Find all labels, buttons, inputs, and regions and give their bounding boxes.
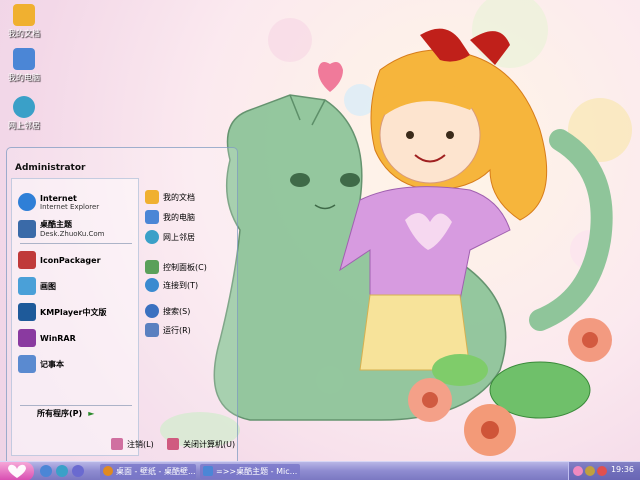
start-right-label: 网上邻居 <box>163 232 195 242</box>
start-right-my-computer[interactable]: 我的电脑 <box>145 210 195 224</box>
paint-icon <box>18 277 36 295</box>
quicklaunch-media-icon[interactable] <box>72 465 84 477</box>
start-item-title: WinRAR <box>40 333 76 343</box>
start-item-winrar[interactable]: WinRAR <box>18 329 76 347</box>
start-button[interactable] <box>0 462 34 480</box>
kmplayer-icon <box>18 303 36 321</box>
quicklaunch-desktop-icon[interactable] <box>56 465 68 477</box>
folder-icon <box>145 190 159 204</box>
start-right-label: 控制面板(C) <box>163 262 207 272</box>
start-item-kmplayer[interactable]: KMPlayer中文版 <box>18 303 107 321</box>
start-right-label: 我的电脑 <box>163 212 195 222</box>
start-item-title: KMPlayer中文版 <box>40 307 107 317</box>
start-right-search[interactable]: 搜索(S) <box>145 304 190 318</box>
taskbar-task-theme[interactable]: =>>桌酷主题 - Mic... <box>200 464 300 479</box>
start-item-iconpackager[interactable]: IconPackager <box>18 251 101 269</box>
desktop-icon-my-computer[interactable]: 我的电脑 <box>0 48 48 83</box>
desktop-icon-label: 我的文档 <box>8 29 40 38</box>
start-item-title: 桌酷主题 <box>40 220 72 229</box>
task-label: 桌面 - 壁纸 - 桌酷壁... <box>116 467 196 476</box>
start-right-network[interactable]: 网上邻居 <box>145 230 195 244</box>
desktop-icon-label: 网上邻居 <box>8 121 40 130</box>
quicklaunch-ie-icon[interactable] <box>40 465 52 477</box>
start-item-internet[interactable]: Internet Internet Explorer <box>18 193 99 211</box>
start-right-label: 运行(R) <box>163 325 191 335</box>
network-globe-icon <box>13 96 35 118</box>
notepad-icon <box>18 355 36 373</box>
search-icon <box>145 304 159 318</box>
start-item-title: Internet <box>40 193 77 203</box>
control-panel-icon <box>145 260 159 274</box>
arrow-right-icon: ► <box>88 409 95 418</box>
shutdown-label: 关闭计算机(U) <box>183 439 236 449</box>
desktop-icon-label: 我的电脑 <box>8 73 40 82</box>
start-right-label: 搜索(S) <box>163 306 191 316</box>
start-right-label: 我的文档 <box>163 192 195 202</box>
run-icon <box>145 323 159 337</box>
all-programs-label: 所有程序(P) <box>37 409 83 418</box>
start-menu-username: Administrator <box>15 163 86 173</box>
start-item-paint[interactable]: 画图 <box>18 277 56 295</box>
start-right-control-panel[interactable]: 控制面板(C) <box>145 260 207 274</box>
zhuoku-theme-icon <box>18 219 36 238</box>
start-menu-places-pane: 我的文档 我的电脑 网上邻居 控制面板(C) 连接到(T) 搜索(S) 运行(R… <box>141 178 237 458</box>
start-item-subtitle: Desk.ZhuoKu.Com <box>40 230 105 238</box>
heart-start-icon <box>8 464 26 478</box>
ie-window-icon <box>203 466 213 476</box>
tray-heart-icon[interactable] <box>573 466 583 476</box>
folder-icon <box>13 4 35 26</box>
start-menu-divider <box>20 243 132 244</box>
start-right-connect-to[interactable]: 连接到(T) <box>145 278 198 292</box>
task-label: =>>桌酷主题 - Mic... <box>216 467 298 476</box>
logoff-button[interactable]: 注销(L) <box>111 438 154 450</box>
start-menu-footer: 注销(L) 关闭计算机(U) <box>7 430 237 461</box>
iconpackager-icon <box>18 251 36 269</box>
tray-volume-icon[interactable] <box>585 466 595 476</box>
browser-icon <box>103 466 113 476</box>
start-right-run[interactable]: 运行(R) <box>145 323 191 337</box>
start-item-title: IconPackager <box>40 255 101 265</box>
computer-icon <box>145 210 159 224</box>
taskbar-clock: 19:36 <box>610 465 634 474</box>
start-item-title: 画图 <box>40 281 56 291</box>
taskbar: 桌面 - 壁纸 - 桌酷壁... =>>桌酷主题 - Mic... 19:36 <box>0 461 640 480</box>
start-item-title: 记事本 <box>40 359 64 369</box>
start-item-subtitle: Internet Explorer <box>40 202 100 211</box>
start-menu: Administrator Internet Internet Explorer … <box>6 147 238 462</box>
system-tray: 19:36 <box>568 462 640 480</box>
winrar-icon <box>18 329 36 347</box>
start-right-my-documents[interactable]: 我的文档 <box>145 190 195 204</box>
network-globe-icon <box>145 230 159 244</box>
internet-explorer-icon <box>18 193 36 211</box>
logoff-icon <box>111 438 123 450</box>
shutdown-button[interactable]: 关闭计算机(U) <box>167 438 235 450</box>
start-right-label: 连接到(T) <box>163 280 199 290</box>
power-icon <box>167 438 179 450</box>
computer-icon <box>13 48 35 70</box>
logoff-label: 注销(L) <box>127 439 154 449</box>
desktop-icon-my-documents[interactable]: 我的文档 <box>0 4 48 39</box>
all-programs-button[interactable]: 所有程序(P) ► <box>37 408 94 419</box>
start-item-zhuoku-theme[interactable]: 桌酷主题 Desk.ZhuoKu.Com <box>18 219 104 238</box>
connect-globe-icon <box>145 278 159 292</box>
start-menu-divider <box>20 405 132 406</box>
start-item-notepad[interactable]: 记事本 <box>18 355 64 373</box>
taskbar-task-browser[interactable]: 桌面 - 壁纸 - 桌酷壁... <box>100 464 196 479</box>
desktop-icon-network[interactable]: 网上邻居 <box>0 96 48 131</box>
tray-security-icon[interactable] <box>597 466 607 476</box>
